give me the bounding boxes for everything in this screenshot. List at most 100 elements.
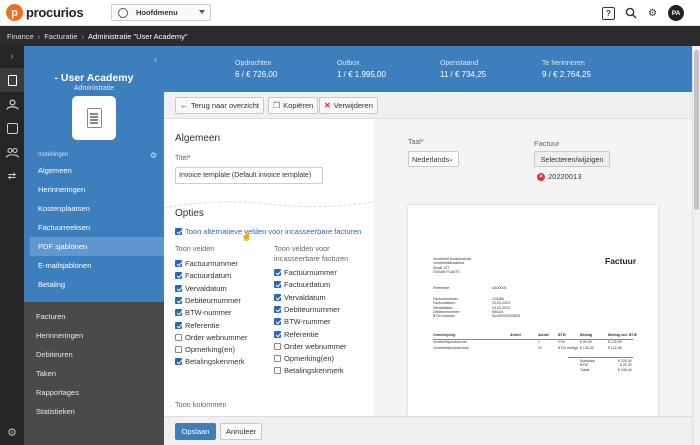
invoice-table-header: Artikel [510,333,521,337]
gear-icon[interactable]: ⚙ [646,7,659,20]
show-field-checkbox[interactable]: Referentie [175,321,220,330]
avatar[interactable]: PA [668,5,684,21]
sidebar-item-herinneringen[interactable]: Herinneringen [38,185,85,194]
sidebar-item-statistieken[interactable]: Statistieken [36,407,75,416]
alt-fields-label: Toon alternatieve velden voor incasseerb… [185,227,362,236]
show-collectable-field-checkbox[interactable]: Vervaldatum [274,293,326,302]
delete-button[interactable]: ✕ Verwijderen [319,97,378,114]
help-icon[interactable]: ? [602,6,615,20]
show-field-checkbox[interactable]: BTW-nummer [175,308,232,317]
stat-outbox[interactable]: Outbox 1 / € 1.995,00 [337,60,386,79]
invoice-text-line: NL000000000B00 [492,314,521,319]
show-collectable-field-checkbox[interactable]: Factuurnummer [274,268,337,277]
search-icon[interactable] [624,7,637,20]
save-button[interactable]: Opslaan [175,423,216,440]
sidebar: ‹ - User Academy Administratie Instellin… [24,46,164,445]
cancel-button[interactable]: Annuleer [220,423,262,440]
checkbox-label: Factuurdatum [284,280,331,290]
show-field-checkbox[interactable]: Vervaldatum [175,284,227,293]
collapse-sidebar-icon[interactable]: ‹ [154,54,157,64]
sidebar-item-debiteuren[interactable]: Debiteuren [36,350,73,359]
rail-item-transfer[interactable]: ⇄ [0,164,24,188]
copy-label: Kopiëren [283,101,314,110]
show-field-checkbox[interactable]: Opmerking(en) [175,345,235,354]
rail-item-finance[interactable] [0,68,24,92]
sidebar-item-e-mailsjablonen[interactable]: E-mailsjablonen [38,261,91,270]
show-field-checkbox[interactable]: Factuurnummer [175,259,238,268]
expand-icon[interactable]: › [0,46,24,66]
breadcrumb-item-finance[interactable]: Finance [7,32,34,41]
invoice-preview: Voorbeeld bookhouseda Voorbeeldstraatekst… [408,205,658,416]
preview-panel: Taal* Nederlands ⌄ Factuur Selecteren/wi… [374,119,692,416]
checkbox-label: Debiteurnummer [185,295,241,305]
checkbox-icon [175,284,182,292]
invoice-table-cell: 1 [538,339,540,344]
sidebar-item-herinneringen-nav[interactable]: Herinneringen [36,331,83,340]
sidebar-item-betaling[interactable]: Betaling [38,280,65,289]
invoice-address: Voorbeeld bookhouseda Voorbeeldstraatekst… [433,257,471,274]
invoice-label: Factuur [534,139,560,148]
rail-item-layers[interactable] [0,116,24,140]
stat-value: 6 / € 726,00 [235,70,278,79]
show-collectable-field-checkbox[interactable]: Betalingskenmerk [274,366,344,375]
stat-value: 11 / € 734,25 [440,70,487,79]
form-panel: Algemeen Titel* Invoice template (Defaul… [164,119,374,416]
show-collectable-field-checkbox[interactable]: BTW-nummer [274,317,331,326]
title-input[interactable]: Invoice template (Default invoice templa… [175,167,323,184]
show-collectable-field-checkbox[interactable]: Factuurdatum [274,280,330,289]
page-scrollbar[interactable] [692,46,700,445]
sidebar-nav-section: Facturen Herinneringen Debiteuren Taken … [24,302,164,445]
show-collectable-field-checkbox[interactable]: Order webnummer [274,342,347,351]
breadcrumb-item-current: Administratie "User Academy" [88,31,188,41]
procurios-logo[interactable]: p procurios [6,4,84,21]
invoice-meta-values: 123456 20-03-2023 24-03-2023 654321 NL000000… [492,297,520,318]
sidebar-item-taken[interactable]: Taken [36,369,56,378]
sidebar-item-factuurreeksen[interactable]: Factuurreeksen [38,223,90,232]
sidebar-item-facturen[interactable]: Facturen [36,312,66,321]
show-field-checkbox[interactable]: Factuurdatum [175,271,231,280]
sidebar-item-rapportages[interactable]: Rapportages [36,388,79,397]
brand-name: procurios [26,5,84,20]
rail-item-users[interactable] [0,92,24,116]
language-label: Taal* [408,139,424,146]
invoice-table-header: Aantal [538,333,549,337]
invoice-table-cell: BTW verlegd [558,346,579,350]
stat-te-herinneren[interactable]: Te herinneren 9 / € 2.764,25 [542,60,591,79]
rail-item-group[interactable] [0,140,24,164]
stat-opdrachten[interactable]: Opdrachten 6 / € 726,00 [235,60,277,79]
invoice-reference-label: Referentie: [433,286,451,290]
show-field-checkbox[interactable]: Order webnummer [175,333,248,342]
administration-subtitle: Administratie [73,85,115,92]
stat-openstaand[interactable]: Openstaand 11 / € 734,25 [440,60,486,79]
show-field-checkbox[interactable]: Debiteurnummer [175,296,241,305]
back-to-overview-button[interactable]: ← Terug naar overzicht [175,97,264,114]
show-field-checkbox[interactable]: Betalingskenmerk [175,357,245,366]
sidebar-item-pdf-sjablonen[interactable]: PDF sjablonen [38,242,87,251]
sidebar-item-kostenplaatsen[interactable]: Kostenplaatsen [38,204,90,213]
show-collectable-fields-heading: Toon velden voor incasseerbare facturen [274,244,349,263]
footer-actions: Opslaan Annuleer [164,416,692,445]
selected-invoice-number: 20220013 [548,172,582,181]
checkbox-icon [175,309,182,317]
show-collectable-field-checkbox[interactable]: Debiteurnummer [274,305,340,314]
title-label: Titel* [175,155,191,162]
checkbox-icon [175,272,182,280]
invoice-totals-labels: Subtotaal BTW Totaal [580,359,595,372]
breadcrumb-item-facturatie[interactable]: Facturatie [44,32,77,41]
copy-button[interactable]: ❐ Kopiëren [268,97,319,114]
show-collectable-field-checkbox[interactable]: Opmerking(en) [274,354,334,363]
select-invoice-button[interactable]: Selecteren/wijzigen [534,151,610,167]
settings-gear-icon[interactable]: ⚙ [0,426,24,439]
stats-header: Opdrachten 6 / € 726,00 Outbox 1 / € 1.9… [164,46,692,92]
checkbox-icon [175,333,182,341]
sidebar-item-algemeen[interactable]: Algemeen [38,166,72,175]
gear-icon[interactable]: ⚙ [150,151,157,160]
invoice-table-cell: Voorbeeldproduct een [433,339,468,344]
users-icon [5,98,19,110]
show-collectable-field-checkbox[interactable]: Referentie [274,330,319,339]
alt-fields-checkbox[interactable]: Toon alternatieve velden voor incasseerb… [175,227,361,236]
language-select[interactable]: Nederlands ⌄ [408,151,459,167]
scrollbar-thumb[interactable] [694,50,699,210]
remove-icon[interactable]: ✕ [537,172,545,181]
main-menu-dropdown[interactable]: Hoofdmenu [111,4,211,21]
